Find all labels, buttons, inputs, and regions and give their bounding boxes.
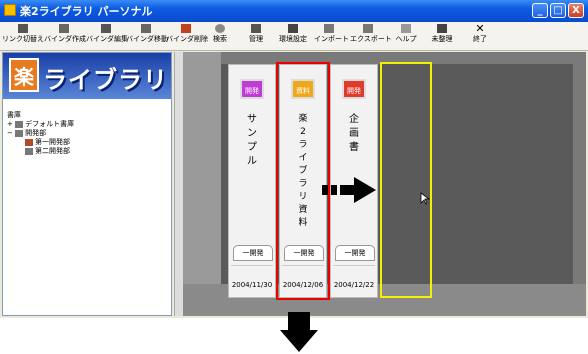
toolbar-binder-create-button[interactable]: バインダ作成 <box>44 24 86 49</box>
toolbar-label: リンク切替え <box>2 35 44 43</box>
toolbar-help-button[interactable]: ヘルプ <box>394 24 418 49</box>
bookcase-icon <box>15 120 24 128</box>
shelf-side-wall <box>183 52 221 316</box>
tree-item-default-library[interactable]: + デフォルト書庫 <box>7 120 74 129</box>
tree-item-label: デフォルト書庫 <box>25 120 75 128</box>
binder-move-icon <box>141 24 151 33</box>
splitter[interactable] <box>174 52 183 316</box>
binder-create-icon <box>59 24 69 33</box>
toolbar: リンク切替え バインダ作成 バインダ編集 バインダ移動 バインダ削除 検索 管理 <box>0 22 588 51</box>
mouse-cursor-icon <box>420 192 430 205</box>
toolbar-settings-button[interactable]: 環境設定 <box>276 24 310 49</box>
title-bar: 楽2ライブラリ パーソナル _ □ X <box>0 0 588 22</box>
tree-toggle[interactable]: + <box>7 120 13 128</box>
drop-target-slot[interactable] <box>380 62 432 298</box>
move-down-arrow-icon <box>280 312 318 352</box>
tree-item-label: 開発部 <box>25 129 47 137</box>
maximize-button[interactable]: □ <box>550 3 566 18</box>
logo-text: ライブラリ <box>43 66 168 94</box>
toolbar-label: 環境設定 <box>279 35 307 43</box>
exit-icon: ✕ <box>475 22 485 35</box>
toolbar-search-button[interactable]: 検索 <box>208 24 232 49</box>
export-icon <box>363 24 373 33</box>
minimize-button[interactable]: _ <box>532 3 548 18</box>
tree-item-dev1[interactable]: 第一開発部 <box>7 138 74 147</box>
tree-item-dev2[interactable]: 第二開発部 <box>7 147 74 156</box>
library-tree: 書庫 + デフォルト書庫 − 開発部 第一開発部 第二開発部 <box>7 111 74 156</box>
binder-date: 2004/11/30 <box>231 281 273 289</box>
binder-date: 2004/12/22 <box>333 281 375 289</box>
tree-toggle[interactable]: − <box>7 129 13 137</box>
toolbar-manage-button[interactable]: 管理 <box>244 24 268 49</box>
logo-mark: 楽 <box>9 58 39 92</box>
move-right-arrow-icon <box>322 177 376 203</box>
toolbar-exit-button[interactable]: ✕ 終了 <box>468 22 492 49</box>
toolbar-label: 検索 <box>213 35 227 43</box>
toolbar-label: 終了 <box>473 35 487 43</box>
bookcase-icon <box>15 129 24 137</box>
app-icon <box>4 4 16 16</box>
binder-blank-line <box>231 265 273 276</box>
bookshelf-icon <box>25 147 33 155</box>
binder-division: 一開発 <box>335 245 375 261</box>
unsorted-icon <box>437 24 447 33</box>
toolbar-link-switch-button[interactable]: リンク切替え <box>2 24 44 49</box>
toolbar-label: エクスポート <box>350 35 392 43</box>
bookshelf-view: 開発 サンプル 一開発 2004/11/30 資料 楽2ライブラリ資料 一開発 … <box>183 52 586 316</box>
toolbar-label: バインダ作成 <box>44 35 86 43</box>
import-icon <box>324 24 334 33</box>
search-icon <box>215 24 225 33</box>
tree-item-label: 第一開発部 <box>35 138 70 146</box>
toolbar-unsorted-button[interactable]: 未整理 <box>428 24 456 49</box>
binder-blank-line <box>333 265 375 276</box>
bookshelf-icon <box>25 138 33 146</box>
toolbar-export-button[interactable]: エクスポート <box>350 24 392 49</box>
app-window: 楽2ライブラリ パーソナル _ □ X リンク切替え バインダ作成 バインダ編集… <box>0 0 588 318</box>
toolbar-label: 未整理 <box>431 35 453 43</box>
toolbar-label: ヘルプ <box>395 35 417 43</box>
tree-root[interactable]: 書庫 <box>7 111 74 120</box>
library-tree-panel: 楽 ライブラリ 書庫 + デフォルト書庫 − 開発部 第一開発部 第二開発部 <box>2 52 172 316</box>
binder-delete-icon <box>181 24 191 33</box>
link-switch-icon <box>18 24 28 33</box>
tree-item-label: 第二開発部 <box>35 147 70 155</box>
binder-edit-icon <box>101 24 111 33</box>
binder-title: サンプル <box>247 114 257 167</box>
binder-tag: 開発 <box>240 79 264 99</box>
toolbar-label: バインダ削除 <box>166 35 208 43</box>
manage-icon <box>251 24 261 33</box>
toolbar-label: 管理 <box>249 35 263 43</box>
toolbar-binder-move-button[interactable]: バインダ移動 <box>126 24 168 49</box>
toolbar-label: バインダ編集 <box>86 35 128 43</box>
binder-title: 企画書 <box>349 114 359 153</box>
binder-sample[interactable]: 開発 サンプル 一開発 2004/11/30 <box>228 64 276 298</box>
close-button[interactable]: X <box>568 3 584 18</box>
tree-item-development[interactable]: − 開発部 <box>7 129 74 138</box>
toolbar-label: インポート <box>314 35 349 43</box>
window-title: 楽2ライブラリ パーソナル <box>20 5 153 18</box>
toolbar-label: バインダ移動 <box>126 35 168 43</box>
toolbar-import-button[interactable]: インポート <box>314 24 349 49</box>
binder-division: 一開発 <box>233 245 273 261</box>
toolbar-binder-delete-button[interactable]: バインダ削除 <box>166 24 208 49</box>
toolbar-binder-edit-button[interactable]: バインダ編集 <box>86 24 128 49</box>
binder-tag: 開発 <box>342 79 366 99</box>
app-logo: 楽 ライブラリ <box>3 53 171 99</box>
settings-icon <box>288 24 298 33</box>
help-icon <box>401 24 411 33</box>
